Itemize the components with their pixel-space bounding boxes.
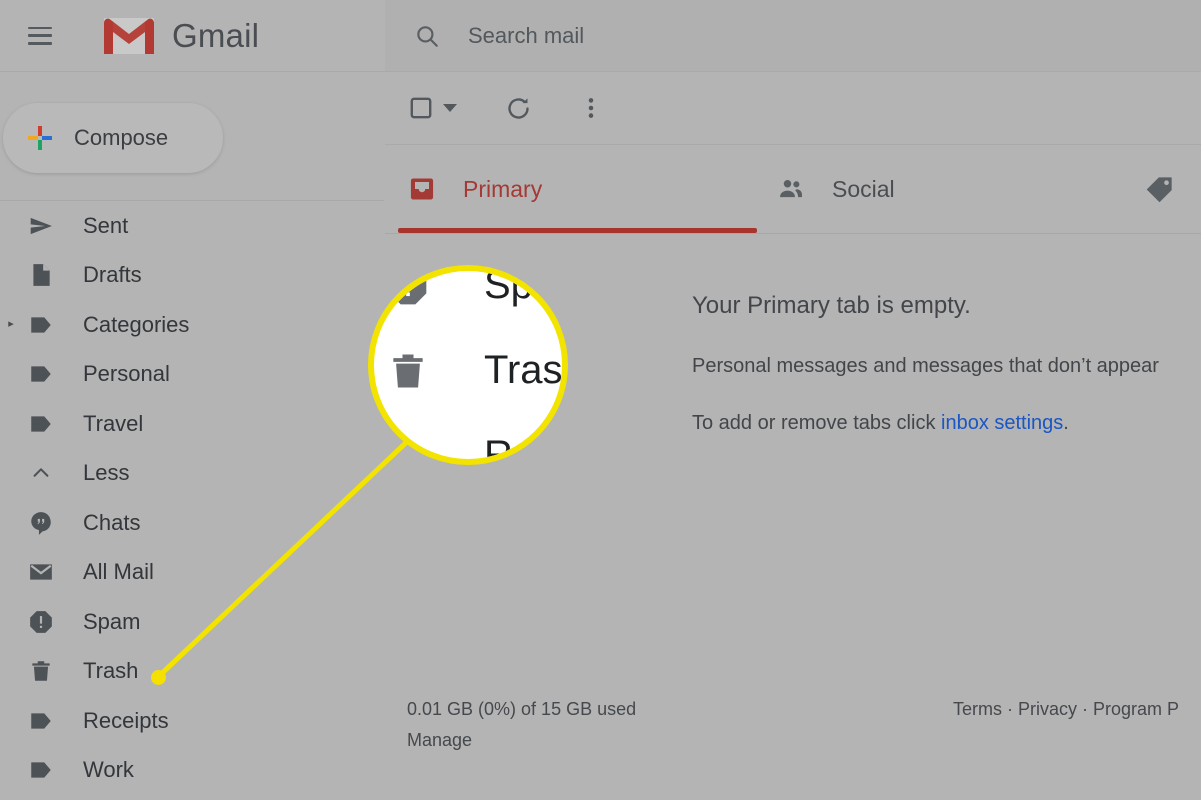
tab-label: Primary	[463, 175, 543, 202]
hamburger-icon[interactable]	[28, 26, 52, 45]
magnifier-content: Spam Trash Receipts	[374, 271, 562, 459]
sidebar-item-sent[interactable]: Sent	[0, 201, 384, 251]
sidebar-item-label: Less	[83, 460, 130, 486]
sidebar-item-label: Spam	[83, 608, 141, 634]
trash-icon	[26, 656, 56, 686]
sidebar-item-label: Sent	[83, 212, 129, 238]
sidebar-item-categories[interactable]: ▸ Categories	[0, 300, 384, 350]
tab-primary[interactable]: Primary	[407, 145, 776, 233]
inbox-tabs: Primary Social	[385, 145, 1201, 234]
spam-octagon-icon	[26, 607, 56, 637]
magnified-item-receipts: Receipts	[386, 433, 562, 459]
sidebar-item-label: Travel	[83, 410, 144, 436]
magnifier-callout: Spam Trash Receipts	[368, 265, 568, 465]
footer: 0.01 GB (0%) of 15 GB used Manage Terms …	[385, 694, 1201, 756]
mail-toolbar	[385, 72, 1201, 145]
settings-line-suffix: .	[1063, 412, 1069, 434]
empty-state-title: Your Primary tab is empty.	[692, 292, 971, 319]
callout-target-dot	[151, 670, 166, 685]
empty-state: Your Primary tab is empty. Personal mess…	[692, 292, 1201, 435]
brand: Gmail	[100, 14, 259, 58]
hangouts-chat-icon	[26, 508, 56, 538]
magnified-label: Spam	[484, 271, 562, 307]
empty-state-description: Personal messages and messages that don’…	[692, 355, 1159, 377]
sidebar-item-label: Work	[83, 757, 134, 783]
sidebar: Compose Sent Drafts ▸ Categories Persona…	[0, 72, 384, 800]
sidebar-item-less[interactable]: Less	[0, 449, 384, 499]
sidebar-item-label: Drafts	[83, 262, 142, 288]
trash-icon	[386, 349, 430, 393]
inbox-settings-link[interactable]: inbox settings	[941, 412, 1063, 434]
chevron-right-icon[interactable]: ▸	[5, 319, 17, 330]
sidebar-item-label: Categories	[83, 311, 190, 337]
plus-icon	[26, 124, 54, 152]
label-tag-icon	[26, 706, 56, 736]
sidebar-item-chats[interactable]: Chats	[0, 498, 384, 548]
sidebar-item-label: Trash	[83, 658, 139, 684]
sidebar-item-trash[interactable]: Trash	[0, 647, 384, 697]
label-tag-icon	[386, 434, 430, 459]
tab-promotions[interactable]	[1145, 145, 1201, 233]
tab-social[interactable]: Social	[776, 145, 1145, 233]
sidebar-item-personal[interactable]: Personal	[0, 350, 384, 400]
brand-name: Gmail	[172, 16, 260, 54]
search-input[interactable]: Search mail	[468, 23, 584, 49]
magnified-label: Trash	[484, 348, 562, 392]
sidebar-item-receipts[interactable]: Receipts	[0, 696, 384, 746]
chevron-down-icon[interactable]	[443, 104, 457, 112]
magnified-label: Receipts	[484, 433, 562, 459]
sidebar-item-label: Receipts	[83, 707, 169, 733]
footer-links[interactable]: Terms · Privacy · Program P	[953, 694, 1179, 756]
sidebar-item-label: All Mail	[83, 559, 154, 585]
storage-info: 0.01 GB (0%) of 15 GB used Manage	[407, 694, 636, 756]
sidebar-item-spam[interactable]: Spam	[0, 597, 384, 647]
empty-state-settings-line: To add or remove tabs click inbox settin…	[692, 412, 1201, 435]
sidebar-item-all-mail[interactable]: All Mail	[0, 548, 384, 598]
draft-document-icon	[26, 260, 56, 290]
spam-octagon-icon	[386, 271, 430, 308]
label-tag-icon	[26, 409, 56, 439]
people-icon	[776, 174, 806, 204]
sidebar-nav-list: Sent Drafts ▸ Categories Personal Travel…	[0, 201, 384, 795]
tab-label: Social	[832, 175, 895, 202]
sidebar-item-travel[interactable]: Travel	[0, 399, 384, 449]
manage-storage-link[interactable]: Manage	[407, 725, 636, 756]
magnified-item-spam: Spam	[386, 271, 562, 308]
refresh-icon[interactable]	[505, 95, 532, 122]
label-tag-icon	[26, 755, 56, 785]
send-icon	[26, 211, 56, 241]
gmail-logo-icon	[100, 14, 158, 58]
envelope-icon	[26, 557, 56, 587]
settings-line-prefix: To add or remove tabs click	[692, 412, 941, 434]
magnified-item-trash: Trash	[386, 348, 562, 393]
checkbox-empty-icon[interactable]	[408, 95, 434, 121]
compose-label: Compose	[74, 125, 169, 150]
more-vertical-icon[interactable]	[578, 95, 604, 121]
sidebar-item-work[interactable]: Work	[0, 746, 384, 796]
label-tag-icon	[26, 310, 56, 340]
search-bar[interactable]: Search mail	[385, 0, 1201, 71]
inbox-icon	[407, 174, 437, 204]
label-tag-icon	[26, 359, 56, 389]
price-tag-icon	[1145, 174, 1175, 204]
active-tab-underline	[398, 228, 757, 233]
search-icon	[414, 23, 440, 49]
sidebar-item-label: Chats	[83, 509, 141, 535]
chevron-up-icon	[26, 458, 56, 488]
compose-button[interactable]: Compose	[3, 103, 223, 173]
storage-usage-text: 0.01 GB (0%) of 15 GB used	[407, 699, 637, 719]
sidebar-item-drafts[interactable]: Drafts	[0, 251, 384, 301]
gmail-app: Gmail Search mail Compose Sent Drafts ▸ …	[0, 0, 1201, 800]
sidebar-item-label: Personal	[83, 361, 170, 387]
